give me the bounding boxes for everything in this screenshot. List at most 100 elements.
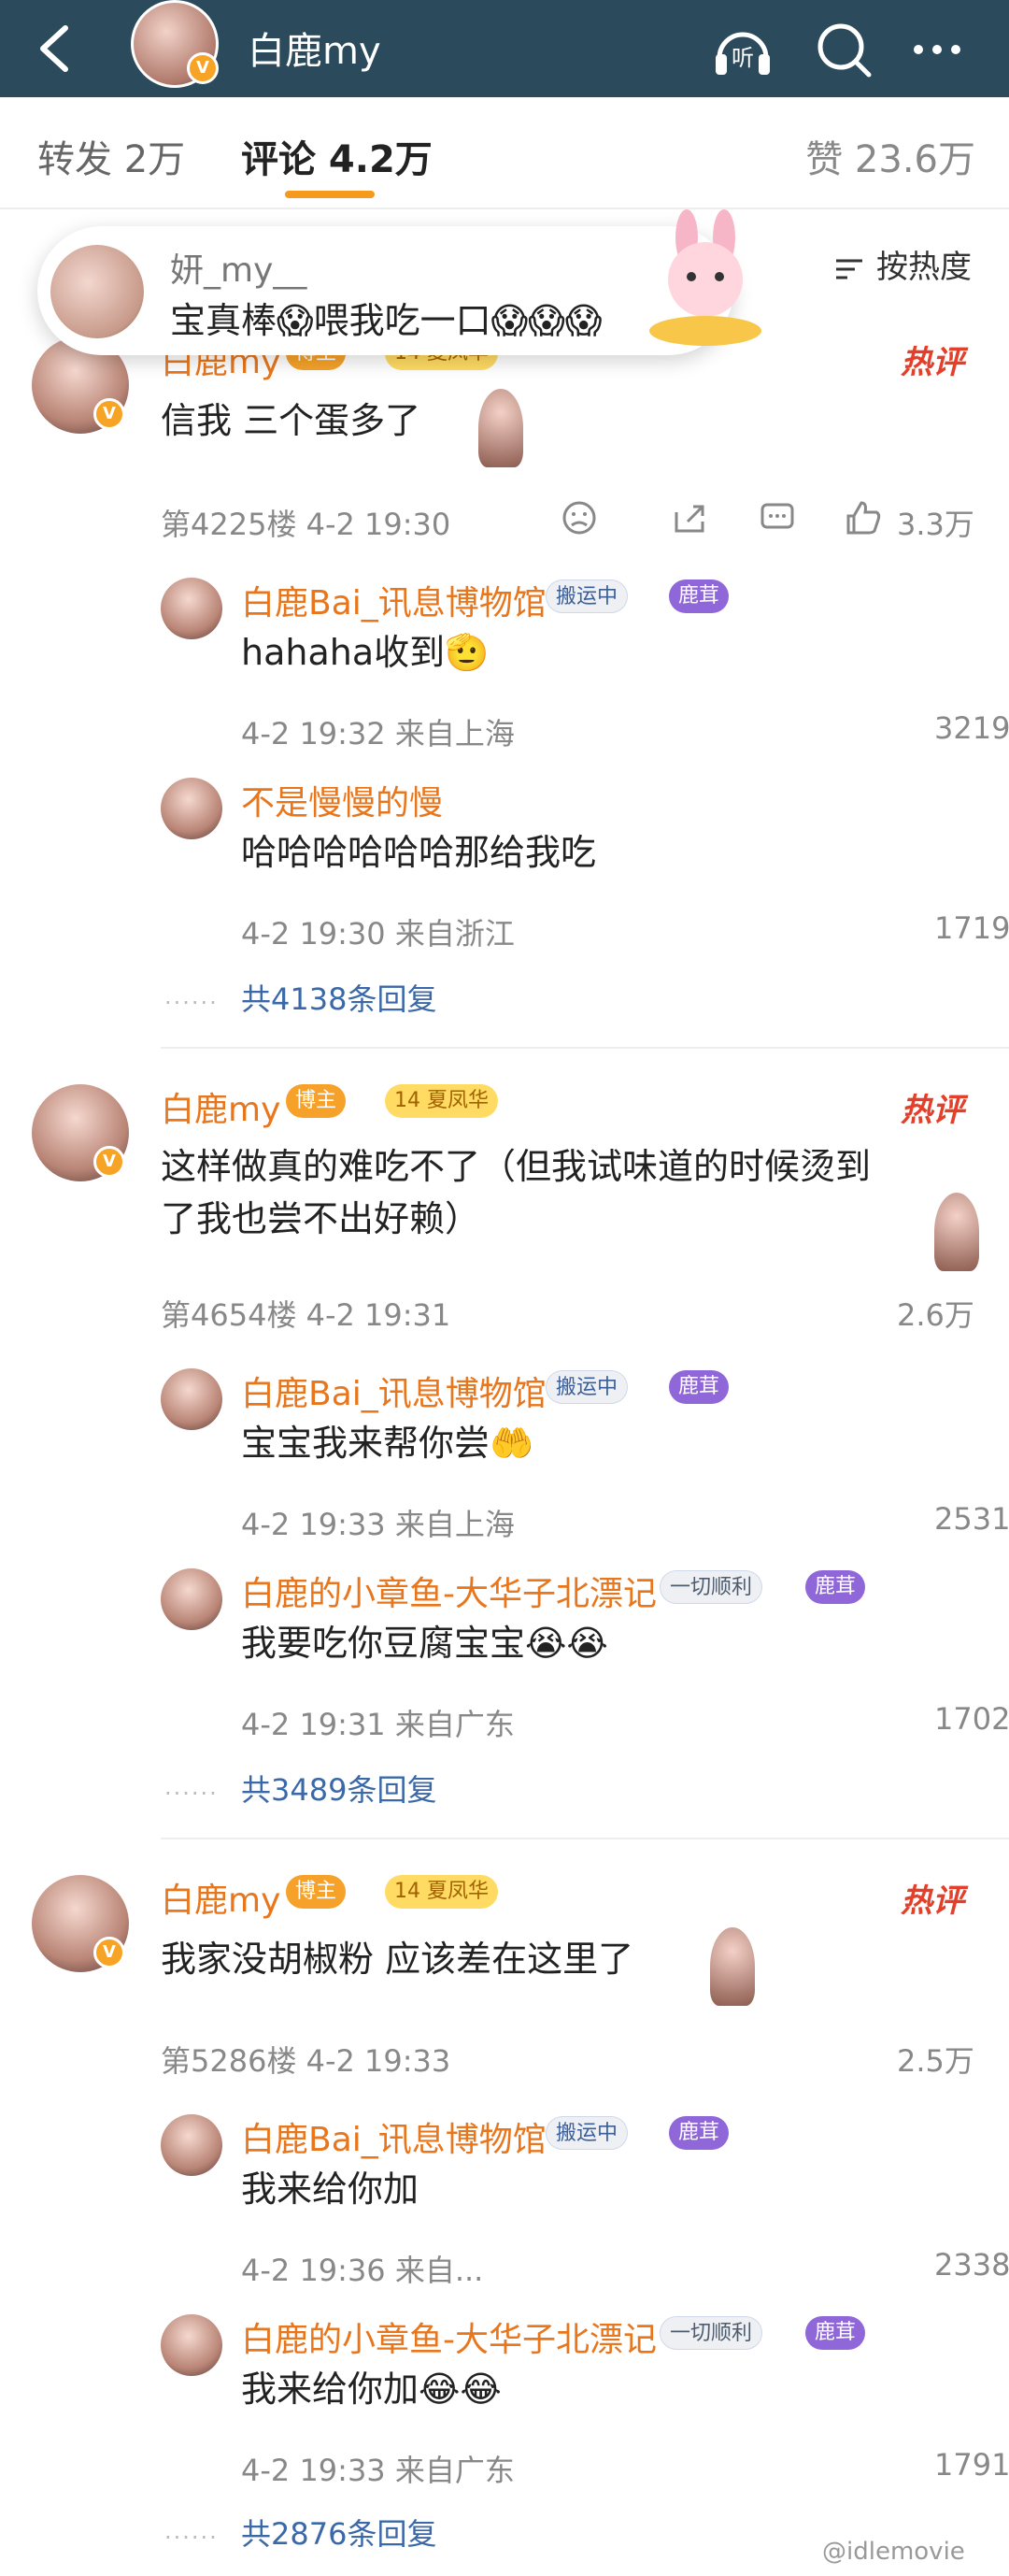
like-count: 2.6万: [897, 1297, 974, 1333]
top-bar: V 白鹿my 听: [0, 0, 1009, 97]
toast-text: 宝真棒😱喂我吃一口😱😱😱: [170, 300, 603, 341]
reply-avatar[interactable]: [161, 2314, 222, 2376]
reply-meta: 4-2 19:33 来自上海: [241, 1507, 515, 1542]
verified-badge: V: [93, 398, 125, 430]
reply-tag-badge: 搬运中: [546, 580, 629, 613]
thread-divider: [161, 1838, 1009, 1839]
more-button[interactable]: [904, 17, 970, 82]
reply-text: 我来给你加😂😂: [241, 2368, 502, 2410]
comment-toast[interactable]: 妍_my__ 宝真棒😱喂我吃一口😱😱😱: [37, 209, 761, 355]
like-count: 2.5万: [897, 2043, 974, 2079]
tab-repost[interactable]: 转发 2万: [37, 129, 185, 183]
reply-avatar[interactable]: [161, 578, 222, 639]
decorative-sticker: [710, 1927, 755, 2006]
reply-like-count: 2338: [934, 2247, 1009, 2283]
level-text: 夏凤华: [427, 1880, 490, 1903]
back-button[interactable]: [26, 19, 82, 79]
more-dots-icon: [914, 45, 960, 54]
headphones-icon: 听: [716, 32, 770, 75]
sort-icon: [836, 259, 863, 279]
level-number: 14: [394, 1880, 420, 1903]
reply-like-count: 1702: [934, 1701, 1009, 1737]
reply-like-count: 1791: [934, 2447, 1009, 2483]
view-more-replies[interactable]: 共4138条回复: [241, 976, 436, 1019]
dislike-icon[interactable]: [561, 499, 598, 537]
reply-like-count: 1719: [934, 910, 1009, 946]
comment-author[interactable]: 白鹿my: [161, 1082, 280, 1131]
level-badge: 14 夏凤华: [385, 1875, 499, 1909]
comment-text: 我家没胡椒粉 应该差在这里了: [161, 1939, 634, 1980]
reply-text: 我来给你加: [241, 2168, 419, 2210]
reply-author[interactable]: 白鹿Bai_讯息博物馆: [241, 1367, 547, 1415]
reply-text: 宝宝我来帮你尝🤲: [241, 1423, 534, 1464]
listen-button[interactable]: 听: [710, 17, 775, 82]
blogger-badge: 博主: [286, 1084, 347, 1118]
like-icon[interactable]: [845, 499, 882, 537]
hot-comment-badge: 热评: [901, 1882, 964, 1920]
share-icon[interactable]: [671, 499, 708, 537]
like-count: 3.3万: [897, 507, 974, 542]
reply-avatar[interactable]: [161, 2114, 222, 2176]
reply-avatar[interactable]: [161, 1568, 222, 1630]
sort-by-hot[interactable]: 按热度: [832, 241, 972, 287]
toast-username: 妍_my__: [170, 251, 307, 290]
level-text: 夏凤华: [427, 1089, 490, 1112]
watermark: @idlemovie: [822, 2538, 965, 2566]
comment-text: 信我 三个蛋多了: [161, 400, 421, 441]
reply-meta: 4-2 19:33 来自广东: [241, 2453, 515, 2488]
reply-tag-badge: 一切顺利: [660, 2316, 763, 2350]
decorative-sticker: [478, 389, 523, 467]
reply-text: 我要吃你豆腐宝宝😭😭: [241, 1623, 608, 1664]
reply-icon[interactable]: [759, 499, 796, 537]
fan-badge: 鹿茸: [805, 2316, 866, 2350]
reply-tag-badge: 一切顺利: [660, 1570, 763, 1604]
hot-comment-badge: 热评: [901, 1092, 964, 1129]
verified-badge: V: [187, 52, 219, 84]
reply-avatar[interactable]: [161, 1368, 222, 1430]
reply-text: 哈哈哈哈哈哈那给我吃: [241, 832, 597, 873]
tab-likes[interactable]: 赞 23.6万: [805, 129, 975, 183]
reply-meta: 4-2 19:32 来自上海: [241, 716, 515, 751]
decorative-sticker: [934, 1193, 979, 1271]
more-dots: ......: [164, 983, 219, 1009]
comment-text-line: 了我也尝不出好赖）: [161, 1198, 481, 1239]
reply-meta: 4-2 19:30 来自浙江: [241, 916, 515, 952]
tab-bar: 转发 2万 评论 4.2万 赞 23.6万: [0, 97, 1009, 209]
tab-comments[interactable]: 评论 4.2万: [241, 129, 433, 183]
bunny-sticker-icon: [649, 209, 761, 346]
level-number: 14: [394, 1089, 420, 1112]
sort-label: 按热度: [876, 249, 972, 286]
reply-author[interactable]: 白鹿的小章鱼-大华子北漂记: [241, 1567, 657, 1615]
fan-badge: 鹿茸: [669, 580, 730, 613]
view-more-replies[interactable]: 共3489条回复: [241, 1767, 436, 1810]
reply-author[interactable]: 白鹿Bai_讯息博物馆: [241, 2112, 547, 2161]
reply-author[interactable]: 不是慢慢的慢: [241, 776, 443, 824]
reply-meta: 4-2 19:31 来自广东: [241, 1707, 515, 1742]
toast-avatar: [50, 245, 144, 338]
reply-meta: 4-2 19:36 来自...: [241, 2253, 484, 2288]
hot-comment-badge: 热评: [901, 344, 964, 381]
active-tab-indicator: [285, 191, 375, 198]
comment-floor-time: 第4654楼 4-2 19:31: [161, 1297, 451, 1333]
page-title: 白鹿my: [248, 30, 381, 73]
more-dots: ......: [164, 2518, 219, 2544]
verified-badge: V: [93, 1146, 125, 1178]
fan-badge: 鹿茸: [669, 2116, 730, 2150]
reply-author[interactable]: 白鹿的小章鱼-大华子北漂记: [241, 2312, 657, 2361]
search-button[interactable]: [811, 17, 876, 82]
reply-avatar[interactable]: [161, 778, 222, 839]
listen-label: 听: [732, 45, 754, 71]
more-dots: ......: [164, 1774, 219, 1800]
thread-divider: [161, 1047, 1009, 1049]
search-icon: [817, 23, 872, 78]
comment-floor-time: 第4225楼 4-2 19:30: [161, 507, 451, 542]
reply-author[interactable]: 白鹿Bai_讯息博物馆: [241, 576, 547, 624]
reply-tag-badge: 搬运中: [546, 2116, 629, 2150]
reply-like-count: 2531: [934, 1501, 1009, 1537]
comment-text-line: 这样做真的难吃不了（但我试味道的时候烫到: [161, 1146, 872, 1187]
reply-like-count: 3219: [934, 710, 1009, 746]
chevron-left-icon: [40, 25, 68, 72]
comment-author[interactable]: 白鹿my: [161, 1873, 280, 1922]
blogger-badge: 博主: [286, 1875, 347, 1909]
view-more-replies[interactable]: 共2876条回复: [241, 2511, 436, 2554]
